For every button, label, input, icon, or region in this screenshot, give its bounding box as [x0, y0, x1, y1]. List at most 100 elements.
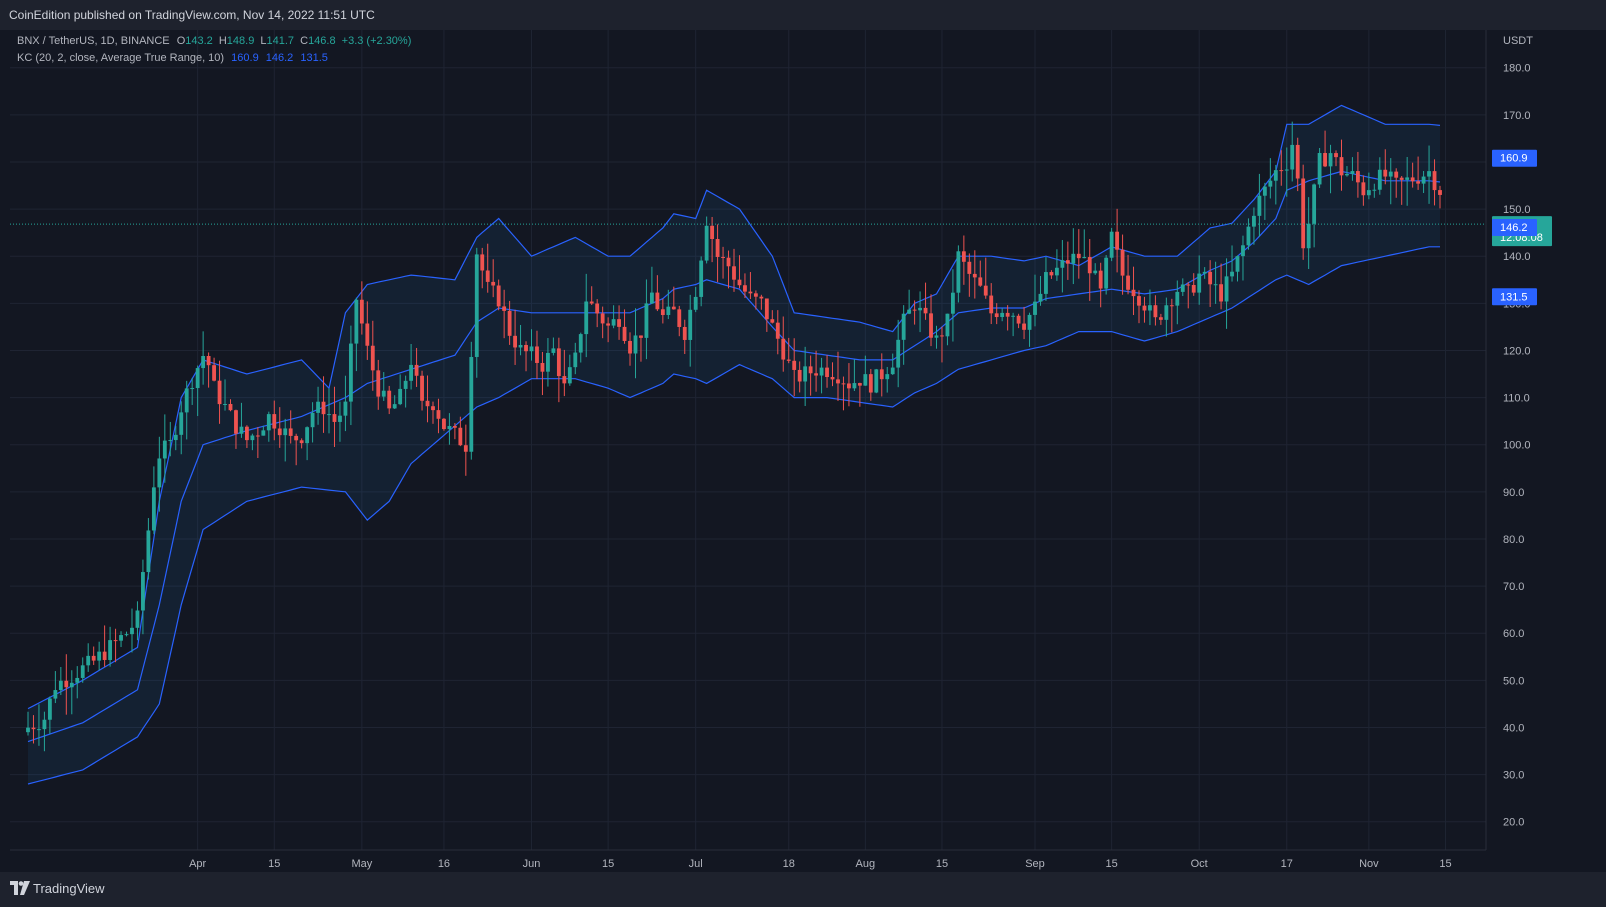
- candle-body: [1350, 171, 1355, 174]
- candle-body: [1137, 296, 1141, 306]
- time-axis-tick: 15: [1106, 858, 1118, 870]
- candle-body: [759, 296, 764, 299]
- candle-body: [1082, 257, 1087, 259]
- candle-body: [764, 298, 769, 320]
- candle-body: [857, 383, 862, 386]
- candle-body: [135, 610, 140, 628]
- candle-body: [704, 225, 709, 261]
- tradingview-logo-icon[interactable]: [10, 881, 30, 895]
- price-chart[interactable]: USDT 20.0 30.0 40.0 50.0 60.0 70.0 80.0 90.0 100.…: [0, 0, 1606, 872]
- candle-body: [184, 388, 189, 413]
- candle-body: [179, 412, 184, 435]
- candle-body: [1115, 231, 1120, 250]
- candle-body: [1186, 284, 1191, 286]
- candle-body: [321, 401, 326, 415]
- candle-body: [124, 634, 129, 636]
- time-axis-tick: 15: [268, 858, 280, 870]
- candle-body: [168, 440, 173, 442]
- candle-body: [365, 323, 370, 346]
- candle-body: [633, 335, 638, 354]
- time-axis-tick: 15: [1439, 858, 1451, 870]
- candle-body: [589, 301, 594, 304]
- candle-body: [693, 296, 698, 310]
- candle-body: [310, 412, 315, 428]
- open-label: O: [176, 35, 186, 47]
- candle-body: [1312, 184, 1317, 224]
- candle-body: [343, 401, 348, 416]
- kc-mid-value: 146.2: [265, 52, 294, 64]
- time-axis-tick: 18: [783, 858, 795, 870]
- candle-body: [447, 426, 452, 430]
- candle-body: [403, 380, 408, 389]
- high-value: 148.9: [226, 35, 255, 47]
- indicator-name[interactable]: KC (20, 2, close, Average True Range, 10…: [17, 52, 224, 64]
- candle-body: [535, 346, 539, 363]
- candle-body: [1328, 153, 1333, 167]
- candle-body: [277, 428, 282, 436]
- symbol-name[interactable]: BNX / TetherUS, 1D, BINANCE: [17, 35, 170, 47]
- candle-body: [1361, 182, 1366, 196]
- price-axis-tick: 30.0: [1503, 770, 1524, 782]
- candle-body: [1011, 315, 1016, 317]
- candle-body: [950, 292, 955, 314]
- candle-body: [1279, 170, 1284, 172]
- candle-body: [86, 655, 91, 666]
- candle-body: [1022, 323, 1026, 330]
- candle-body: [58, 680, 63, 691]
- candle-body: [1044, 272, 1048, 294]
- candle-body: [606, 323, 611, 326]
- candle-body: [929, 313, 933, 338]
- candle-body: [808, 366, 813, 374]
- candle-body: [64, 680, 69, 688]
- candle-body: [1224, 276, 1229, 302]
- candle-body: [682, 326, 687, 340]
- candle-body: [567, 367, 572, 384]
- candle-body: [1153, 305, 1158, 318]
- candle-body: [1060, 260, 1065, 268]
- candle-body: [847, 383, 851, 389]
- time-axis-tick: Jul: [689, 858, 703, 870]
- candle-body: [420, 375, 424, 401]
- candle-body: [485, 270, 490, 282]
- candle-body: [923, 307, 928, 314]
- candle-body: [212, 365, 216, 381]
- candle-body: [1410, 177, 1415, 182]
- candle-body: [327, 414, 331, 416]
- candle-body: [1388, 171, 1393, 177]
- candle-body: [1049, 272, 1054, 276]
- tradingview-brand[interactable]: TradingView: [33, 881, 105, 896]
- candle-body: [732, 266, 736, 280]
- candle-body: [398, 388, 403, 405]
- candle-body: [190, 388, 195, 390]
- candle-body: [688, 309, 693, 340]
- candle-body: [628, 340, 632, 354]
- candle-body: [80, 665, 85, 678]
- candle-body: [141, 572, 145, 611]
- candle-body: [710, 225, 715, 240]
- candle-body: [47, 698, 52, 720]
- candle-body: [266, 414, 271, 431]
- candle-body: [250, 435, 255, 441]
- candle-body: [283, 428, 288, 436]
- candle-body: [217, 380, 222, 405]
- candle-body: [359, 299, 364, 324]
- candle-body: [458, 427, 463, 446]
- candle-body: [1334, 153, 1338, 158]
- candle-body: [1235, 256, 1240, 272]
- candle-body: [595, 303, 600, 314]
- candle-body: [442, 418, 446, 430]
- candle-body: [392, 404, 397, 409]
- time-axis-tick: Apr: [189, 858, 206, 870]
- price-axis-tick: 20.0: [1503, 817, 1524, 829]
- candle-body: [75, 677, 80, 683]
- candle-body: [480, 254, 485, 271]
- candle-body: [836, 379, 840, 384]
- candle-body: [502, 306, 507, 311]
- candle-body: [748, 291, 753, 294]
- candle-body: [513, 335, 518, 348]
- candle-body: [1027, 314, 1032, 330]
- candle-body: [743, 285, 747, 292]
- candle-body: [53, 690, 58, 699]
- candle-body: [874, 369, 879, 393]
- candle-body: [1098, 270, 1103, 289]
